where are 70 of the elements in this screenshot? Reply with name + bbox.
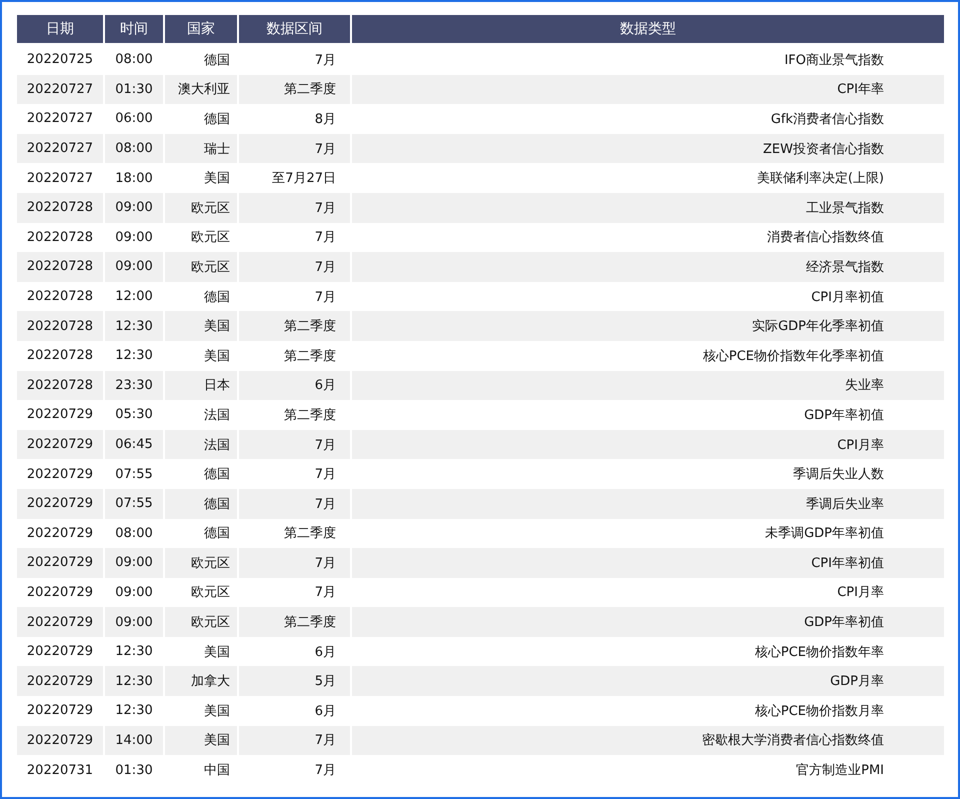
table-cell: 密歇根大学消费者信心指数终值: [351, 726, 945, 756]
table-cell: 20220728: [16, 370, 104, 400]
table-cell: 20220728: [16, 311, 104, 341]
table-cell: 01:30: [104, 74, 164, 104]
table-cell: 09:00: [104, 607, 164, 637]
table-cell: 20220729: [16, 488, 104, 518]
table-cell: ZEW投资者信心指数: [351, 134, 945, 164]
table-cell: 澳大利亚: [164, 74, 238, 104]
table-cell: 加拿大: [164, 666, 238, 696]
table-cell: 23:30: [104, 370, 164, 400]
table-cell: 工业景气指数: [351, 192, 945, 223]
table-cell: GDP月率: [351, 666, 945, 696]
table-cell: 欧元区: [164, 548, 238, 578]
table-cell: 20220727: [16, 134, 104, 164]
table-cell: 09:00: [104, 192, 164, 223]
table-cell: 06:45: [104, 430, 164, 460]
table-cell: 欧元区: [164, 192, 238, 223]
table-cell: 中国: [164, 755, 238, 785]
table-cell: 季调后失业率: [351, 488, 945, 518]
table-cell: 20220729: [16, 726, 104, 756]
table-cell: 20220729: [16, 607, 104, 637]
column-header: 数据类型: [351, 15, 945, 44]
table-cell: 瑞士: [164, 134, 238, 164]
table-cell: 欧元区: [164, 252, 238, 282]
table-cell: 德国: [164, 488, 238, 518]
table-cell: CPI月率: [351, 430, 945, 460]
table-cell: 20220728: [16, 192, 104, 223]
table-cell: 12:30: [104, 311, 164, 341]
table-cell: 美国: [164, 726, 238, 756]
table-cell: 20220727: [16, 74, 104, 104]
table-cell: 7月: [238, 488, 351, 518]
table-cell: 09:00: [104, 548, 164, 578]
table-cell: 7月: [238, 755, 351, 785]
table-cell: 7月: [238, 726, 351, 756]
column-header: 国家: [164, 15, 238, 44]
table-cell: 20220731: [16, 755, 104, 785]
table-cell: 08:00: [104, 134, 164, 164]
table-cell: 01:30: [104, 755, 164, 785]
table-cell: 经济景气指数: [351, 252, 945, 282]
table-cell: 实际GDP年化季率初值: [351, 311, 945, 341]
table-cell: GDP年率初值: [351, 607, 945, 637]
column-header: 日期: [16, 15, 104, 44]
table-cell: 7月: [238, 548, 351, 578]
table-cell: CPI年率初值: [351, 548, 945, 578]
table-cell: 6月: [238, 370, 351, 400]
table-cell: 失业率: [351, 370, 945, 400]
table-cell: 12:30: [104, 666, 164, 696]
table-cell: 07:55: [104, 488, 164, 518]
table-cell: 7月: [238, 134, 351, 164]
table-cell: 第二季度: [238, 607, 351, 637]
table-cell: 7月: [238, 252, 351, 282]
table-cell: 第二季度: [238, 74, 351, 104]
table-cell: 日本: [164, 370, 238, 400]
table-cell: 14:00: [104, 726, 164, 756]
table-cell: 法国: [164, 430, 238, 460]
table-cell: 09:00: [104, 252, 164, 282]
table-cell: 欧元区: [164, 607, 238, 637]
column-header: 时间: [104, 15, 164, 44]
table-cell: 第二季度: [238, 311, 351, 341]
table-cell: 20220729: [16, 430, 104, 460]
table-cell: 7月: [238, 430, 351, 460]
table-cell: 20220728: [16, 252, 104, 282]
table-cell: 20220729: [16, 548, 104, 578]
table-cell: CPI年率: [351, 74, 945, 104]
column-header: 数据区间: [238, 15, 351, 44]
table-cell: 5月: [238, 666, 351, 696]
table-cell: 官方制造业PMI: [351, 755, 945, 785]
table-cell: 20220729: [16, 666, 104, 696]
table-cell: 7月: [238, 192, 351, 223]
table-cell: 美国: [164, 311, 238, 341]
